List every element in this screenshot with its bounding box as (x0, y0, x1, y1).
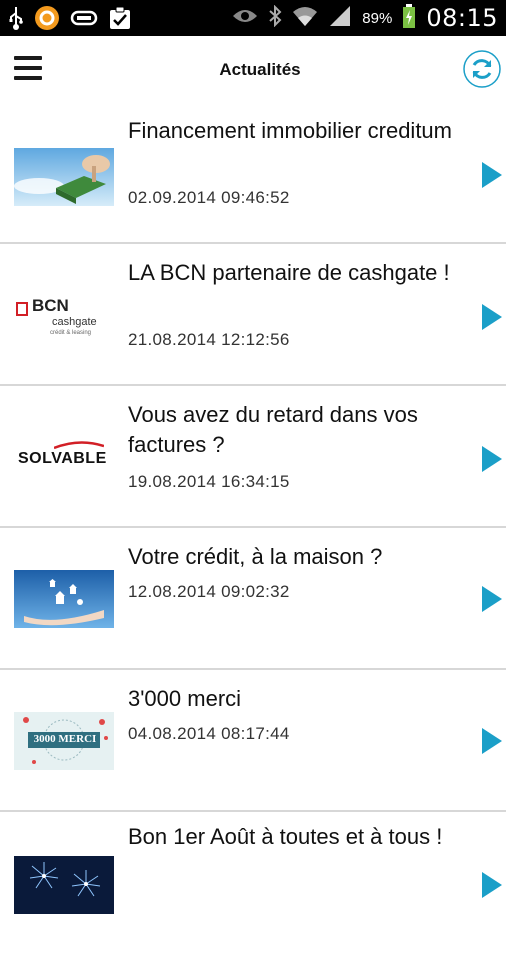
bcn-cashgate-logo: BCN cashgate crédit & leasing (14, 290, 114, 348)
news-title: Votre crédit, à la maison ? (128, 544, 383, 569)
refresh-icon[interactable] (463, 50, 501, 88)
hand-houses-thumbnail (14, 570, 114, 628)
news-item[interactable]: SOLVABLE Vous avez du retard dans vos fa… (0, 386, 506, 528)
news-item[interactable]: BCN cashgate crédit & leasing LA BCN par… (0, 244, 506, 386)
news-date: 21.08.2014 12:12:56 (128, 330, 290, 349)
news-title: LA BCN partenaire de cashgate ! (128, 260, 450, 285)
task-icon (108, 5, 132, 36)
news-item[interactable]: 3000 MERCI 3'000 merci 04.08.2014 08:17:… (0, 670, 506, 812)
3000-merci-text: 3000 MERCI (33, 733, 97, 745)
solvable-text: SOLVABLE (18, 450, 107, 467)
wifi-icon (292, 5, 318, 32)
app-notification-icon (34, 5, 60, 36)
usb-icon (8, 5, 24, 36)
news-date: 04.08.2014 08:17:44 (128, 724, 290, 743)
news-date: 19.08.2014 16:34:15 (128, 472, 290, 491)
fireworks-thumbnail (14, 856, 114, 914)
hamburger-menu-icon[interactable] (14, 56, 44, 80)
house-key-thumbnail (14, 148, 114, 206)
bcn-text: BCN (32, 296, 69, 315)
credit-leasing-text: crédit & leasing (50, 330, 92, 336)
news-item[interactable]: Bon 1er Août à toutes et à tous ! (0, 812, 506, 954)
sync-icon (70, 5, 98, 36)
status-time: 08:15 (426, 4, 498, 32)
eye-icon (232, 6, 258, 31)
chevron-right-icon[interactable] (480, 584, 504, 614)
3000-merci-thumbnail: 3000 MERCI (14, 712, 114, 770)
news-list: Financement immobilier creditum 02.09.20… (0, 102, 506, 954)
status-bar-left (8, 5, 132, 36)
news-date: 12.08.2014 09:02:32 (128, 582, 290, 601)
news-item[interactable]: Financement immobilier creditum 02.09.20… (0, 102, 506, 244)
battery-percent: 89% (362, 9, 393, 27)
battery-charging-icon (402, 3, 416, 34)
bluetooth-icon (268, 4, 282, 32)
news-item[interactable]: Votre crédit, à la maison ? 12.08.2014 0… (0, 528, 506, 670)
cashgate-text: cashgate (52, 316, 97, 328)
chevron-right-icon[interactable] (480, 726, 504, 756)
news-title: Vous avez du retard dans vos factures ? (128, 402, 418, 457)
app-header: Actualités (0, 36, 506, 102)
solvable-logo: SOLVABLE (14, 430, 114, 488)
chevron-right-icon[interactable] (480, 444, 504, 474)
news-title: Bon 1er Août à toutes et à tous ! (128, 824, 443, 849)
chevron-right-icon[interactable] (480, 870, 504, 900)
news-title: 3'000 merci (128, 686, 242, 711)
signal-icon (328, 5, 352, 32)
news-title: Financement immobilier creditum (128, 118, 452, 143)
chevron-right-icon[interactable] (480, 302, 504, 332)
status-bar: 89% 08:15 (0, 0, 506, 36)
chevron-right-icon[interactable] (480, 160, 504, 190)
page-title: Actualités (219, 60, 301, 79)
news-date: 02.09.2014 09:46:52 (128, 188, 290, 207)
status-bar-right: 89% 08:15 (232, 0, 498, 36)
